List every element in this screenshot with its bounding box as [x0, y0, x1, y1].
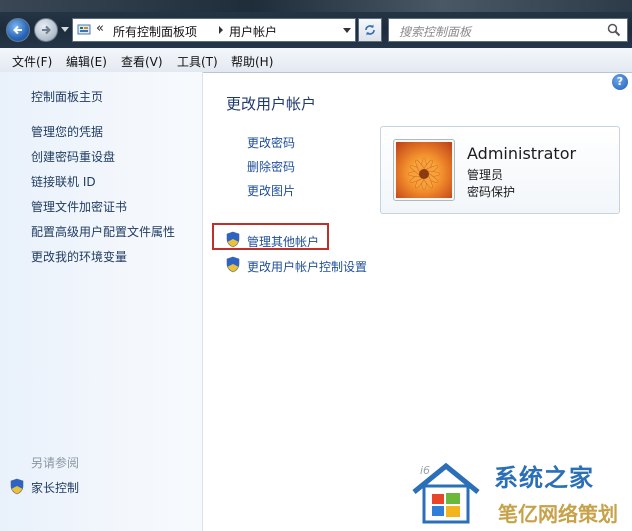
menu-tools[interactable]: 工具(T)	[177, 53, 218, 70]
sidebar-item-environment-vars[interactable]: 更改我的环境变量	[31, 248, 127, 265]
flower-avatar-icon	[396, 142, 452, 198]
page-title: 更改用户帐户	[226, 95, 317, 113]
menu-bar: 文件(F) 编辑(E) 查看(V) 工具(T) 帮助(H)	[0, 48, 632, 73]
refresh-button[interactable]	[358, 18, 382, 42]
control-panel-icon	[77, 24, 91, 35]
windows-logo-icon	[412, 462, 480, 524]
remove-password-link[interactable]: 删除密码	[247, 158, 295, 175]
forward-button[interactable]	[34, 18, 58, 42]
sidebar-item-password-reset-disk[interactable]: 创建密码重设盘	[31, 148, 115, 165]
help-icon[interactable]: ?	[612, 74, 628, 90]
menu-view[interactable]: 查看(V)	[121, 53, 163, 70]
address-bar[interactable]: « 所有控制面板项 用户帐户	[72, 18, 356, 42]
uac-settings-link[interactable]: 更改用户帐户控制设置	[247, 258, 367, 275]
address-dropdown-arrow[interactable]	[343, 28, 351, 33]
sidebar-item-file-encryption[interactable]: 管理文件加密证书	[31, 198, 127, 215]
account-password-status: 密码保护	[467, 185, 516, 199]
menu-help[interactable]: 帮助(H)	[231, 53, 273, 70]
account-name: Administrator	[467, 144, 577, 163]
watermark-subtitle: 笔亿网络策划	[498, 502, 618, 526]
account-role: 管理员	[467, 168, 504, 182]
forward-arrow-icon	[42, 25, 51, 35]
sidebar-item-manage-credentials[interactable]: 管理您的凭据	[31, 123, 103, 140]
menu-file[interactable]: 文件(F)	[12, 53, 52, 70]
breadcrumb-user-accounts[interactable]: 用户帐户	[229, 23, 277, 40]
menu-edit[interactable]: 编辑(E)	[66, 53, 107, 70]
search-icon[interactable]	[607, 23, 621, 37]
refresh-icon	[365, 24, 375, 36]
sidebar-item-profile-properties[interactable]: 配置高级用户配置文件属性	[31, 223, 175, 240]
watermark-brand: 系统之家	[494, 464, 594, 492]
avatar	[393, 139, 455, 201]
sidebar-item-parental-controls[interactable]: 家长控制	[9, 478, 129, 496]
manage-other-accounts-link[interactable]: 管理其他帐户	[247, 233, 319, 250]
watermark: i6 系统之家 笔亿网络策划	[400, 450, 632, 531]
search-placeholder: 搜索控制面板	[399, 25, 472, 39]
sidebar-control-panel-home[interactable]: 控制面板主页	[31, 88, 103, 105]
breadcrumb-overflow[interactable]: «	[96, 21, 104, 36]
breadcrumb-all-items[interactable]: 所有控制面板项	[113, 23, 197, 40]
breadcrumb-separator[interactable]	[219, 26, 223, 34]
change-picture-link[interactable]: 更改图片	[247, 182, 295, 199]
window-titlebar: « 所有控制面板项 用户帐户 搜索控制面板	[0, 0, 632, 48]
uac-shield-icon	[226, 256, 240, 273]
back-arrow-icon	[13, 25, 22, 35]
change-password-link[interactable]: 更改密码	[247, 134, 295, 151]
uac-shield-icon	[10, 478, 24, 495]
title-strip	[0, 0, 632, 12]
back-button[interactable]	[6, 18, 30, 42]
sidebar-item-link-online-id[interactable]: 链接联机 ID	[31, 173, 96, 190]
account-card: Administrator 管理员 密码保护	[380, 126, 620, 214]
parental-controls-label: 家长控制	[31, 481, 80, 495]
task-sidebar: 控制面板主页 管理您的凭据 创建密码重设盘 链接联机 ID 管理文件加密证书 配…	[0, 72, 203, 531]
uac-shield-icon	[226, 231, 240, 248]
see-also-heading: 另请参阅	[31, 456, 80, 470]
search-input[interactable]: 搜索控制面板	[388, 18, 628, 42]
recent-pages-dropdown[interactable]	[61, 27, 69, 32]
